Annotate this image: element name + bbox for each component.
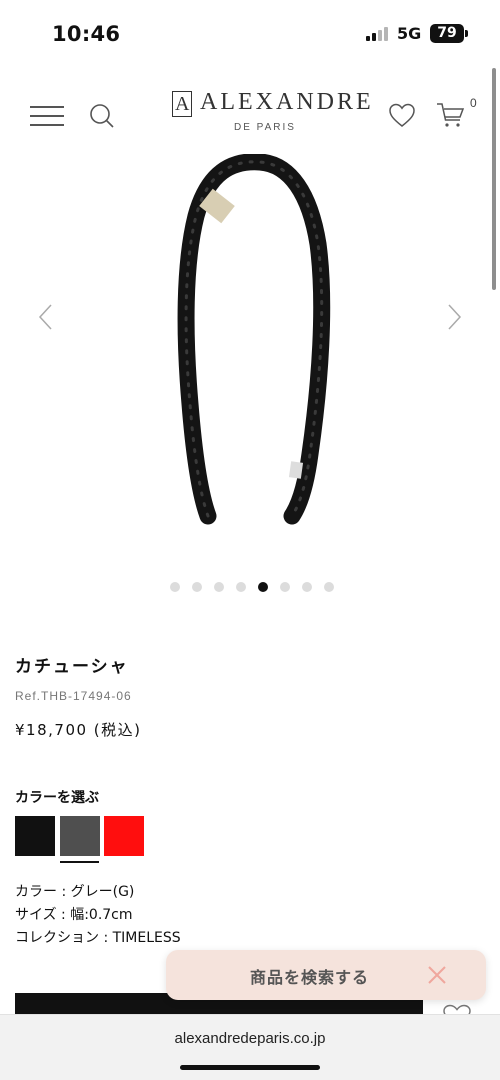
product-image (177, 154, 331, 525)
url-field[interactable]: alexandredeparis.co.jp (0, 1030, 500, 1047)
detail-collection: コレクション : TIMELESS (15, 930, 181, 946)
gallery-pagination (170, 582, 340, 594)
gallery-dot[interactable] (324, 582, 334, 592)
detail-size: サイズ : 幅:0.7cm (15, 907, 133, 923)
gallery-dot[interactable] (236, 582, 246, 592)
close-icon[interactable] (426, 964, 448, 986)
swatch-selected-indicator (60, 861, 99, 863)
swatch-grey[interactable] (60, 816, 100, 856)
detail-color: カラー : グレー(G) (15, 884, 135, 900)
chevron-left-icon[interactable] (36, 302, 56, 332)
site-header: A ALEXANDRE DE PARIS 0 (0, 66, 500, 154)
search-icon[interactable] (88, 102, 116, 130)
signal-icon (366, 27, 390, 41)
logo-wordmark: ALEXANDRE (200, 89, 374, 115)
heart-icon[interactable] (388, 102, 416, 128)
status-time: 10:46 (52, 22, 121, 46)
brand-logo[interactable]: A ALEXANDRE DE PARIS (170, 88, 371, 138)
swatch-red[interactable] (104, 816, 144, 856)
browser-bottom-bar: alexandredeparis.co.jp (0, 1014, 500, 1080)
network-label: 5G (397, 24, 422, 43)
gallery-dot[interactable] (214, 582, 224, 592)
menu-icon[interactable] (30, 104, 64, 128)
cart-count-badge: 0 (470, 96, 477, 110)
gallery-dot[interactable] (280, 582, 290, 592)
logo-subtitle: DE PARIS (234, 122, 296, 133)
color-select-title: カラーを選ぶ (15, 790, 99, 806)
product-ref: Ref.THB-17494-06 (15, 689, 132, 703)
product-price: ¥18,700 (税込) (15, 721, 142, 739)
home-indicator[interactable] (180, 1065, 320, 1070)
cart-icon[interactable] (436, 100, 466, 128)
gallery-dot-active[interactable] (258, 582, 268, 592)
gallery-dot[interactable] (302, 582, 312, 592)
logo-mark: A (172, 91, 192, 117)
swatch-black[interactable] (15, 816, 55, 856)
battery-nub (465, 30, 468, 37)
product-name: カチューシャ (15, 657, 129, 677)
battery-icon: 79 (430, 24, 464, 43)
search-pill-label: 商品を検索する (250, 968, 370, 987)
product-search-pill[interactable]: 商品を検索する (166, 950, 486, 1000)
product-gallery[interactable] (0, 154, 500, 574)
status-bar: 10:46 5G 79 (0, 0, 500, 66)
gallery-dot[interactable] (170, 582, 180, 592)
gallery-dot[interactable] (192, 582, 202, 592)
chevron-right-icon[interactable] (444, 302, 464, 332)
